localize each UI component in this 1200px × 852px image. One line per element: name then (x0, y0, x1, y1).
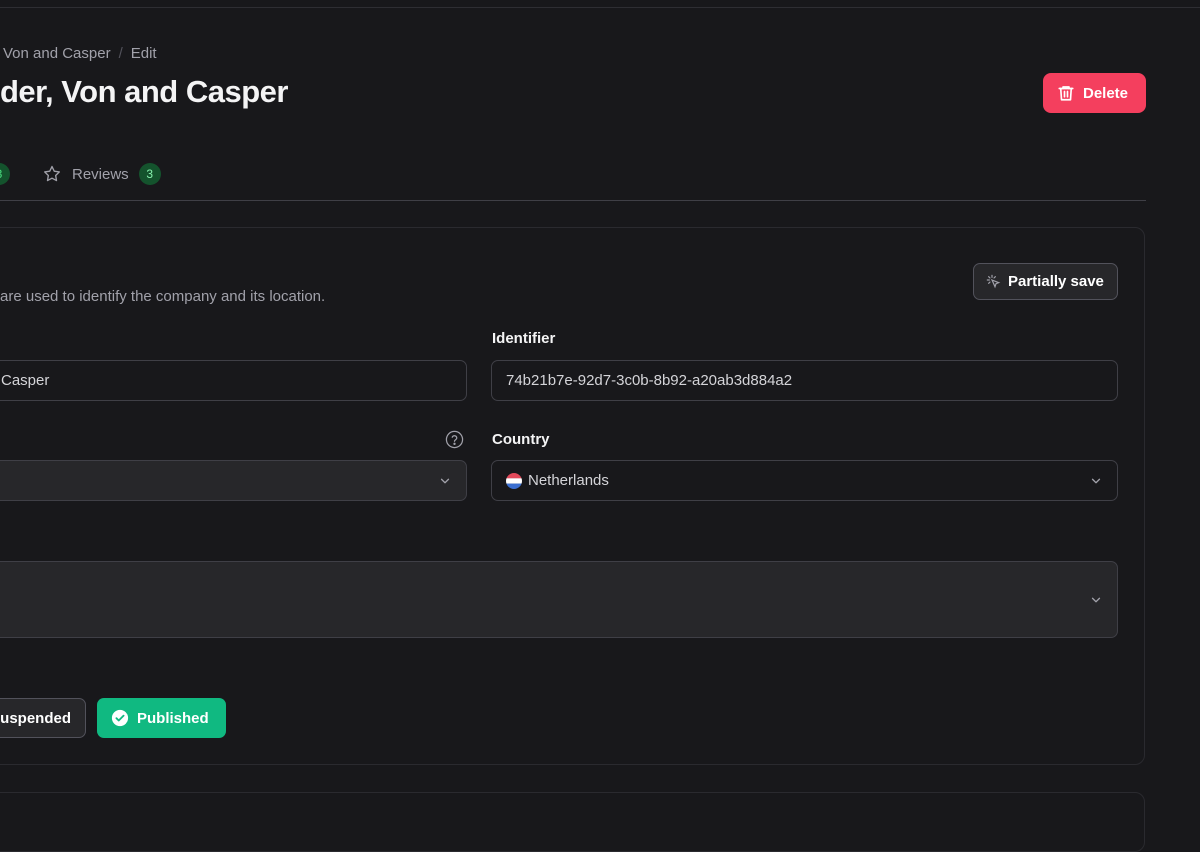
identifier-label: Identifier (492, 330, 556, 347)
country-select-value: Netherlands (528, 472, 609, 489)
delete-button-label: Delete (1083, 84, 1129, 102)
top-bar (0, 0, 1200, 8)
name-input-value: Casper (1, 372, 50, 389)
trash-icon (1058, 86, 1074, 101)
partially-save-label: Partially save (1008, 273, 1104, 290)
chevron-down-icon (1091, 597, 1101, 602)
country-select[interactable]: Netherlands (491, 460, 1118, 501)
identifier-input[interactable]: 74b21b7e-92d7-3c0b-8b92-a20ab3d884a2 (491, 360, 1118, 401)
chevron-down-icon (440, 478, 450, 483)
breadcrumb-separator: / (118, 45, 123, 62)
category-select[interactable] (0, 460, 467, 501)
star-icon (44, 165, 60, 182)
name-input[interactable]: Casper (0, 360, 467, 401)
breadcrumb: Von and Casper / Edit (3, 45, 157, 62)
multi-select-field[interactable] (0, 561, 1118, 638)
status-suspended-button[interactable]: uspended (0, 698, 86, 738)
delete-button[interactable]: Delete (1043, 73, 1146, 113)
section-description: are used to identify the company and its… (0, 288, 326, 305)
chevron-down-icon (1091, 478, 1101, 483)
cursor-click-icon (986, 274, 1001, 288)
status-published-label: Published (137, 709, 209, 727)
status-published-button[interactable]: Published (97, 698, 226, 738)
tab-reviews-label: Reviews (72, 165, 129, 183)
page-title: der, Von and Casper (0, 74, 288, 109)
country-label: Country (492, 431, 550, 448)
breadcrumb-item-record[interactable]: Von and Casper (3, 45, 111, 62)
flag-nl-icon (506, 472, 522, 489)
check-circle-icon (111, 709, 129, 727)
help-circle-icon[interactable] (445, 430, 464, 449)
tab-reviews[interactable]: Reviews 3 (42, 163, 161, 185)
next-section-card (0, 792, 1145, 852)
tab-count-badge: 3 (0, 163, 10, 185)
breadcrumb-item-edit: Edit (130, 45, 157, 62)
partially-save-button[interactable]: Partially save (973, 263, 1118, 300)
reviews-count-badge: 3 (138, 163, 161, 185)
tab-bar: 3 Reviews 3 (0, 150, 1146, 201)
identifier-input-value: 74b21b7e-92d7-3c0b-8b92-a20ab3d884a2 (506, 372, 793, 389)
status-suspended-label: uspended (0, 709, 71, 727)
